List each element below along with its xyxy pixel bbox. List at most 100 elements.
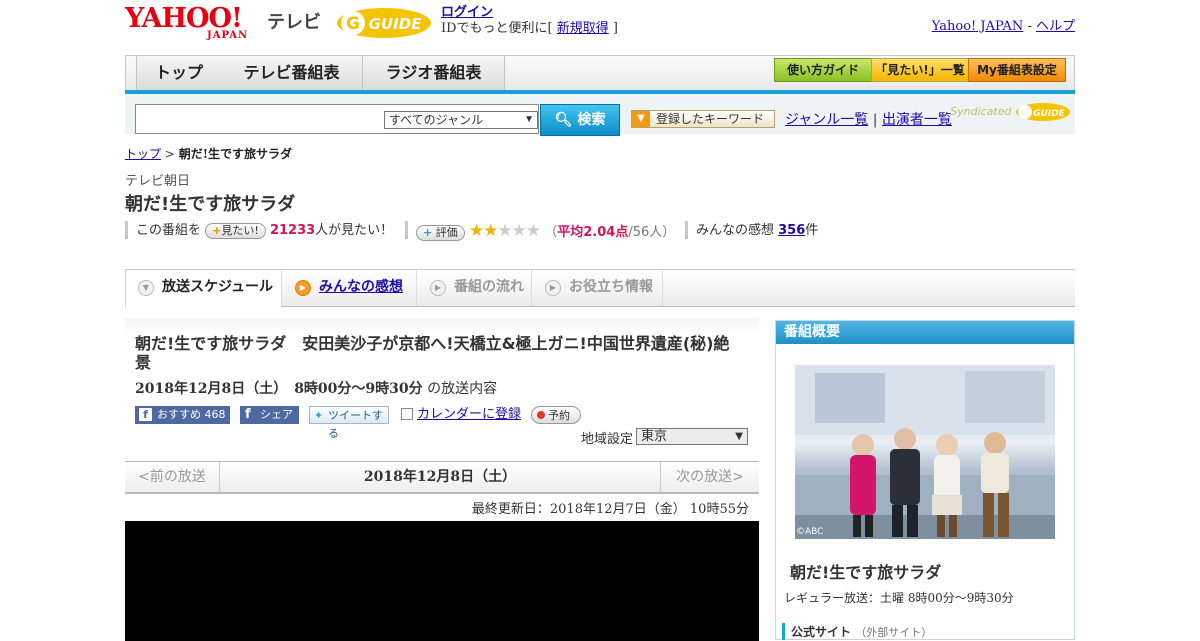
- video-area[interactable]: [125, 521, 759, 641]
- fb-share-label: シェア: [260, 408, 293, 421]
- want-suffix: 人が見たい！: [315, 223, 394, 238]
- plus-icon: +: [423, 225, 433, 239]
- comments-prefix: みんなの感想: [696, 223, 779, 238]
- rating-row: この番組を +見たい! 21233人が見たい！ + 評価 ★★★★★ （平均2.…: [125, 221, 1075, 241]
- tab-label: みんなの感想: [319, 279, 403, 295]
- calendar-label: カレンダーに登録: [417, 407, 522, 422]
- nav-tab-tv-schedule[interactable]: テレビ番組表: [221, 56, 363, 90]
- next-broadcast-link[interactable]: 次の放送>: [660, 462, 759, 492]
- facebook-icon: f: [245, 407, 251, 422]
- link-separator: -: [1023, 19, 1036, 34]
- facebook-share-button[interactable]: f シェア: [240, 406, 299, 424]
- signup-link[interactable]: 新規取得: [557, 21, 609, 36]
- chevron-right-icon: ▶: [295, 280, 311, 296]
- triangle-down-icon: ▼: [632, 111, 650, 127]
- search-button[interactable]: 🔍︎ 検索: [540, 104, 620, 136]
- facebook-recommend-button[interactable]: f おすすめ 468: [135, 406, 230, 424]
- want-to-watch-button[interactable]: +見たい!: [205, 222, 266, 239]
- episode-info-box: 朝だ!生です旅サラダ 安田美沙子が京都へ!天橋立&極上ガニ!中国世界遺産(秘)絶…: [125, 318, 759, 448]
- search-bar: すべてのジャンル ▼ 🔍︎ 検索 ▼ 登録したキーワード ジャンル一覧 | 出演…: [125, 94, 1075, 136]
- nav-tab-top[interactable]: トップ: [136, 56, 222, 90]
- comments-count-link[interactable]: 356: [778, 223, 805, 238]
- site-header: YAHOO! JAPAN テレビ G GUIDE ログイン IDでもっと便利に[…: [125, 0, 1075, 52]
- login-box: ログイン IDでもっと便利に[ 新規取得 ]: [441, 5, 618, 37]
- gguide-logo[interactable]: G GUIDE: [335, 6, 433, 40]
- current-broadcast-date: 2018年12月8日（土）: [363, 469, 517, 485]
- breadcrumb-home[interactable]: トップ: [125, 147, 161, 161]
- search-link-divider: |: [868, 112, 882, 128]
- want-prefix: この番組を: [136, 223, 202, 238]
- tab-label: 番組の流れ: [454, 279, 524, 295]
- yahoo-japan-sublogo: JAPAN: [207, 30, 249, 41]
- yahoo-japan-link[interactable]: Yahoo! JAPAN: [932, 19, 1024, 34]
- tab-broadcast-schedule[interactable]: ▼ 放送スケジュール: [125, 270, 282, 308]
- star-empty-icon: ★: [525, 221, 541, 241]
- tweet-label: ツイートする: [328, 409, 383, 440]
- official-site-label: 公式サイト: [791, 625, 852, 639]
- usage-guide-button[interactable]: 使い方ガイド: [774, 58, 872, 82]
- episode-date-line: 2018年12月8日（土） 8時00分～9時30分 の放送内容: [135, 378, 497, 398]
- tab-everyones-thoughts[interactable]: ▶ みんなの感想: [283, 270, 417, 306]
- program-photo: ©ABC: [795, 365, 1055, 539]
- svg-text:G: G: [346, 14, 360, 34]
- regular-schedule: レギュラー放送：土曜 8時00分～9時30分: [784, 591, 1014, 605]
- fb-recommend-label: おすすめ 468: [157, 408, 226, 421]
- program-overview-sidebar: 番組概要 ©ABC 朝だ!生です旅サラダ レギュラー放送：土曜 8時00分～9時…: [775, 320, 1075, 640]
- login-link[interactable]: ログイン: [441, 5, 493, 20]
- program-photo-illustration: [795, 365, 1055, 539]
- sidebar-heading: 番組概要: [776, 321, 1074, 344]
- genre-list-link[interactable]: ジャンル一覧: [785, 112, 868, 128]
- episode-date: 2018年12月8日（土） 8時00分～9時30分: [135, 381, 423, 397]
- star-rating: ★★★★★: [468, 221, 541, 241]
- dropdown-arrow-icon: ▼: [735, 431, 743, 442]
- magnifier-icon: 🔍︎: [554, 112, 573, 128]
- chevron-down-icon: ▼: [138, 280, 154, 296]
- breadcrumb-current: 朝だ!生です旅サラダ: [178, 147, 292, 161]
- region-label: 地域設定: [581, 432, 634, 447]
- saved-keywords-button[interactable]: ▼ 登録したキーワード: [631, 110, 775, 128]
- genre-selected-value: すべてのジャンル: [389, 113, 484, 127]
- dropdown-arrow-icon: ▼: [524, 114, 534, 125]
- want-button-label: 見たい!: [221, 223, 259, 237]
- id-text-prefix: IDでもっと便利に[: [441, 21, 557, 36]
- nav-tab-radio-schedule[interactable]: ラジオ番組表: [363, 56, 505, 90]
- comments-section: みんなの感想 356件: [685, 221, 818, 239]
- star-empty-icon: ★: [511, 221, 527, 241]
- previous-broadcast-link[interactable]: <前の放送: [125, 462, 220, 492]
- program-tabs: ▼ 放送スケジュール ▶ みんなの感想 ▶ 番組の流れ ▶ お役立ち情報: [125, 269, 1075, 308]
- yahoo-logo[interactable]: YAHOO!: [125, 5, 243, 33]
- tweet-button[interactable]: ✦ ツイートする: [309, 406, 389, 440]
- my-schedule-settings-button[interactable]: My番組表設定: [968, 58, 1066, 82]
- twitter-bird-icon: ✦: [314, 409, 324, 422]
- reserve-button[interactable]: 予約: [531, 406, 581, 424]
- global-nav: トップ テレビ番組表 ラジオ番組表 使い方ガイド 「見たい!」一覧 My番組表設…: [125, 55, 1075, 93]
- episode-date-suffix: の放送内容: [422, 381, 498, 397]
- tv-label[interactable]: テレビ: [267, 8, 321, 34]
- channel-name: テレビ朝日: [125, 174, 191, 189]
- svg-text:GUIDE: GUIDE: [369, 15, 423, 33]
- external-site-note: （外部サイト）: [855, 626, 933, 639]
- episode-title: 朝だ!生です旅サラダ 安田美沙子が京都へ!天橋立&極上ガニ!中国世界遺産(秘)絶…: [135, 334, 730, 372]
- region-select[interactable]: 東京 ▼: [636, 428, 748, 445]
- avg-prefix: （: [544, 225, 558, 240]
- saved-keywords-label: 登録したキーワード: [656, 112, 765, 126]
- star-icon: ★: [468, 221, 484, 241]
- help-link[interactable]: ヘルプ: [1036, 19, 1075, 34]
- star-icon: ★: [483, 221, 498, 241]
- tab-useful-info[interactable]: ▶ お役立ち情報: [533, 270, 663, 306]
- avg-suffix: /56人）: [628, 225, 676, 240]
- cast-list-link[interactable]: 出演者一覧: [882, 112, 952, 128]
- genre-select[interactable]: すべてのジャンル ▼: [384, 111, 538, 129]
- evaluate-button[interactable]: + 評価: [416, 224, 465, 241]
- calendar-register-link[interactable]: カレンダーに登録: [399, 406, 523, 424]
- evaluation-section: + 評価 ★★★★★ （平均2.04点/56人）: [405, 221, 676, 241]
- watchlist-button[interactable]: 「見たい!」一覧: [871, 58, 969, 82]
- sidebar-program-title: 朝だ!生です旅サラダ: [790, 563, 942, 582]
- star-empty-icon: ★: [497, 221, 512, 241]
- program-title: 朝だ!生です旅サラダ: [125, 194, 296, 215]
- syndicated-gguide-logo: Syndicated GUIDE: [950, 102, 1071, 122]
- image-credit: ©ABC: [796, 527, 824, 537]
- last-updated: 最終更新日：2018年12月7日（金） 10時55分: [471, 502, 749, 517]
- calendar-icon: [401, 408, 413, 420]
- tab-program-flow[interactable]: ▶ 番組の流れ: [418, 270, 532, 306]
